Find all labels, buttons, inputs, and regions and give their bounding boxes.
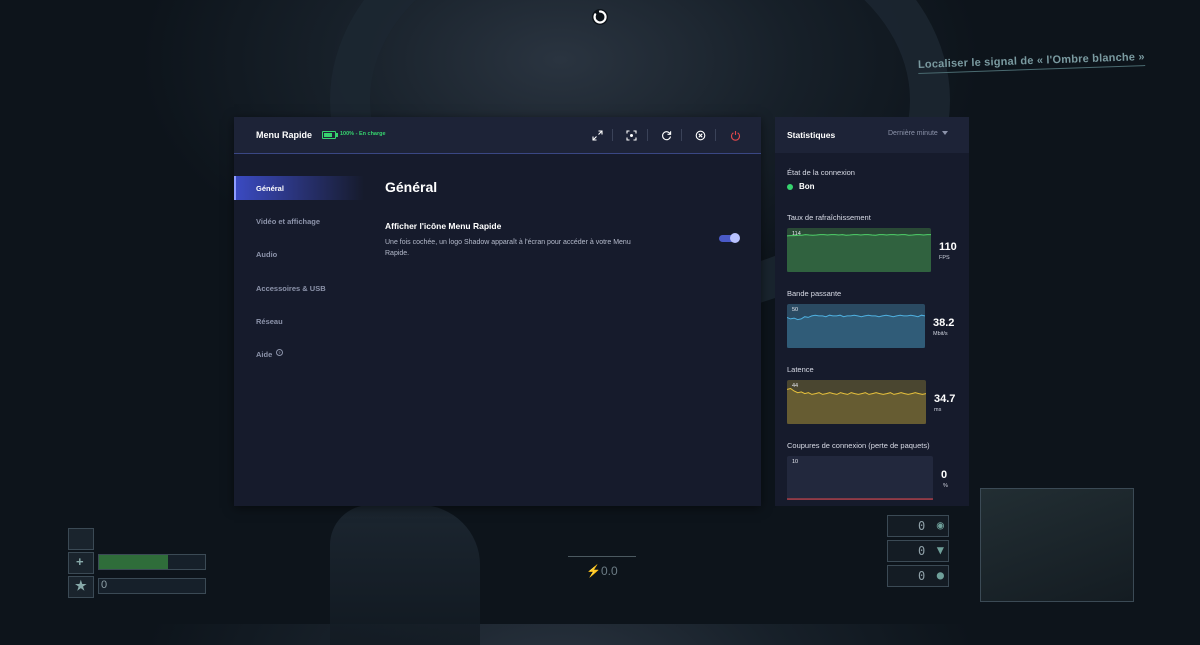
sidebar-item-label: Vidéo et affichage: [256, 217, 321, 226]
eye-icon: ◉: [936, 518, 944, 532]
hud-ammo: ⚡0.0: [586, 564, 618, 578]
graph-label-packet-loss: Coupures de connexion (perte de paquets): [787, 441, 930, 450]
show-quick-menu-icon-toggle[interactable]: [719, 233, 740, 243]
sidebar-item-network[interactable]: Réseau: [234, 309, 364, 333]
graph-max-label: 10: [792, 459, 799, 465]
fullscreen-button[interactable]: [590, 128, 604, 142]
hud-counter-value: 0: [918, 519, 926, 533]
stats-panel: Statistiques Dernière minute État de la …: [775, 117, 969, 506]
packet-loss-unit: %: [943, 483, 948, 489]
packet-loss-value: 0: [941, 469, 948, 481]
shadow-logo-icon[interactable]: [591, 8, 609, 26]
graph-max-label: 114: [792, 231, 801, 237]
header-separator: [681, 129, 682, 141]
graph-label-latency: Latence: [787, 365, 814, 374]
header-separator: [647, 129, 648, 141]
bandwidth-unit: Mbit/s: [933, 331, 948, 337]
setting-description: Une fois cochée, un logo Shadow apparaît…: [385, 239, 631, 257]
chevron-icon: ▼: [936, 543, 944, 557]
help-circle-icon: ?: [276, 349, 283, 356]
hud-counter-value: 0: [918, 569, 926, 583]
game-objective-text: Localiser le signal de « l'Ombre blanche…: [917, 51, 1146, 74]
refresh-rate-value: 110: [939, 241, 957, 253]
graph-label-bandwidth: Bande passante: [787, 289, 842, 298]
refresh-icon: [661, 130, 671, 140]
screenshot-icon: [625, 129, 637, 141]
sidebar-item-label: Général: [256, 184, 284, 193]
connection-label: État de la connexion: [787, 168, 855, 177]
hud-counter-drop: 0 ●: [887, 565, 949, 587]
battery-icon: [322, 131, 338, 139]
hud-slot: [68, 528, 94, 550]
battery-status: 100% - En charge: [340, 131, 386, 137]
sidebar-item-label: Accessoires & USB: [256, 284, 326, 293]
page-title: Général: [385, 179, 438, 195]
bandwidth-graph: [787, 304, 925, 348]
hud-health-fill: [99, 555, 168, 569]
header-separator: [715, 129, 716, 141]
sidebar-item-label: Aide: [256, 350, 273, 359]
hud-counter-value: 0: [918, 544, 926, 558]
connection-status: Bon: [799, 182, 815, 191]
latency-graph: [787, 380, 926, 424]
close-icon: [695, 130, 705, 140]
hud-divider: [568, 556, 636, 557]
hud-counter-ammo: 0 ▼: [887, 540, 949, 562]
bandwidth-value: 38.2: [933, 317, 955, 329]
sidebar-item-help[interactable]: Aide ?: [234, 342, 364, 366]
background-character: [330, 505, 480, 645]
refresh-rate-graph: [787, 228, 931, 272]
stats-header: Statistiques Dernière minute: [775, 117, 969, 153]
stats-period-label: Dernière minute: [888, 130, 938, 137]
refresh-button[interactable]: [659, 128, 673, 142]
latency-unit: ms: [934, 407, 942, 413]
sidebar-item-general[interactable]: Général: [234, 176, 364, 200]
quick-menu-panel: Menu Rapide 100% - En charge Général Vid…: [234, 117, 761, 506]
graph-max-label: 44: [792, 383, 799, 389]
hud-plus-icon: +: [76, 554, 84, 569]
sidebar-item-label: Audio: [256, 250, 278, 259]
graph-label-refresh: Taux de rafraîchissement: [787, 213, 871, 222]
screenshot-button[interactable]: [624, 128, 638, 142]
drop-icon: ●: [936, 568, 944, 582]
hud-xp-value: 0: [101, 579, 108, 591]
sidebar-item-accessories[interactable]: Accessoires & USB: [234, 276, 364, 300]
quick-menu-header: Menu Rapide 100% - En charge: [234, 117, 761, 154]
hud-xp-bar: 0: [98, 578, 206, 594]
toggle-knob: [730, 233, 740, 243]
stats-title: Statistiques: [787, 130, 836, 140]
setting-title: Afficher l'icône Menu Rapide: [385, 221, 502, 231]
graph-area: [787, 315, 925, 348]
sidebar-item-label: Réseau: [256, 317, 283, 326]
packet-loss-graph: [787, 456, 933, 500]
power-icon: [730, 130, 740, 141]
hud-star-icon: ★: [75, 578, 87, 593]
fullscreen-icon: [591, 129, 603, 141]
game-minimap: [980, 488, 1134, 602]
power-button[interactable]: [728, 128, 742, 142]
sidebar-item-audio[interactable]: Audio: [234, 242, 364, 266]
header-separator: [612, 129, 613, 141]
refresh-rate-unit: FPS: [939, 255, 950, 261]
sidebar-item-video[interactable]: Vidéo et affichage: [234, 209, 364, 233]
quick-menu-title: Menu Rapide: [256, 130, 313, 140]
hud-counter-eye: 0 ◉: [887, 515, 949, 537]
hud-health-bar: [98, 554, 206, 570]
graph-background: [787, 456, 933, 500]
latency-value: 34.7: [934, 393, 956, 405]
connection-status-dot: [787, 184, 793, 190]
stats-period-dropdown[interactable]: Dernière minute: [888, 130, 948, 137]
chevron-down-icon: [941, 131, 948, 136]
graph-area: [787, 234, 931, 272]
close-button[interactable]: [693, 128, 707, 142]
graph-max-label: 50: [792, 307, 799, 313]
